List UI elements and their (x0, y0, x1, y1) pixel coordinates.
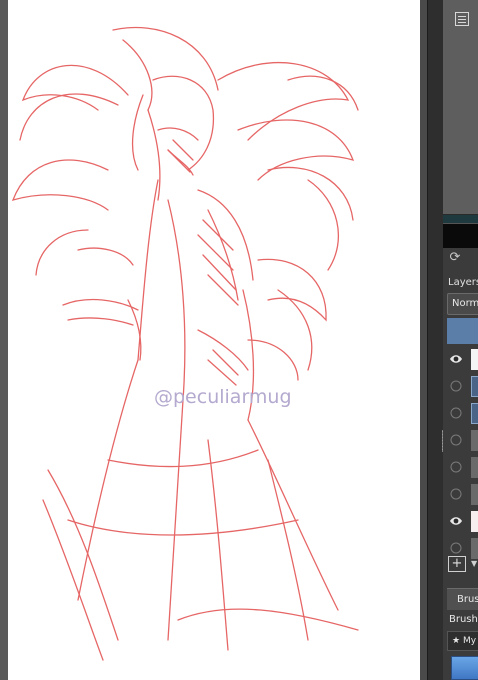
chevron-down-icon[interactable]: ▼ (471, 559, 477, 568)
layer-row[interactable] (443, 508, 478, 535)
navigator-teal-band (443, 215, 478, 223)
app-window: @peculiarmug ⟳ Layers Norma + ▼ Brush Br… (0, 0, 478, 680)
layer-row[interactable] (443, 373, 478, 400)
watermark-text: @peculiarmug (154, 386, 292, 408)
canvas-margin (420, 0, 427, 680)
layer-row[interactable] (443, 400, 478, 427)
brush-preset-select[interactable]: ★ My (447, 631, 478, 651)
star-icon: ★ (452, 636, 461, 646)
eye-hidden-icon[interactable] (449, 460, 463, 474)
layer-thumbnail (471, 538, 478, 559)
layer-properties-bar[interactable] (447, 318, 478, 344)
brush-preview-swatch[interactable] (451, 656, 478, 680)
eye-icon[interactable] (449, 352, 463, 366)
layer-thumbnail (471, 484, 478, 505)
layer-row[interactable] (443, 427, 478, 454)
refresh-icon[interactable]: ⟳ (447, 250, 463, 266)
color-strip[interactable] (443, 223, 478, 248)
layer-thumbnail (471, 376, 478, 397)
layers-panel-title: Layers (448, 277, 478, 288)
layer-thumbnail (471, 511, 478, 532)
brush-tab[interactable]: Brush (447, 588, 478, 610)
layer-thumbnail (471, 457, 478, 478)
layer-row[interactable] (443, 481, 478, 508)
drawing-canvas[interactable]: @peculiarmug (8, 0, 420, 680)
brush-label: Brush (449, 614, 478, 625)
eye-hidden-icon[interactable] (449, 487, 463, 501)
right-dock: ⟳ Layers Norma + ▼ Brush Brush ★ My (443, 0, 478, 680)
layer-thumbnail (471, 349, 478, 370)
eye-hidden-icon[interactable] (449, 379, 463, 393)
plus-square-icon[interactable]: + (448, 556, 466, 572)
eye-icon[interactable] (449, 514, 463, 528)
eye-hidden-icon[interactable] (449, 406, 463, 420)
layer-thumbnail (471, 430, 478, 451)
layer-row[interactable] (443, 454, 478, 481)
panel-splitter[interactable] (427, 0, 444, 680)
left-toolbar-edge (0, 0, 8, 680)
layer-row[interactable] (443, 346, 478, 373)
navigator-preview (443, 0, 478, 215)
brush-preset-label: My (462, 636, 477, 646)
layer-thumbnail (471, 403, 478, 424)
panel-list-icon[interactable] (455, 12, 469, 26)
eye-hidden-icon[interactable] (449, 541, 463, 555)
sketch-drawing (11, 26, 359, 661)
eye-hidden-icon[interactable] (449, 433, 463, 447)
blend-mode-select[interactable]: Norma (447, 293, 478, 315)
